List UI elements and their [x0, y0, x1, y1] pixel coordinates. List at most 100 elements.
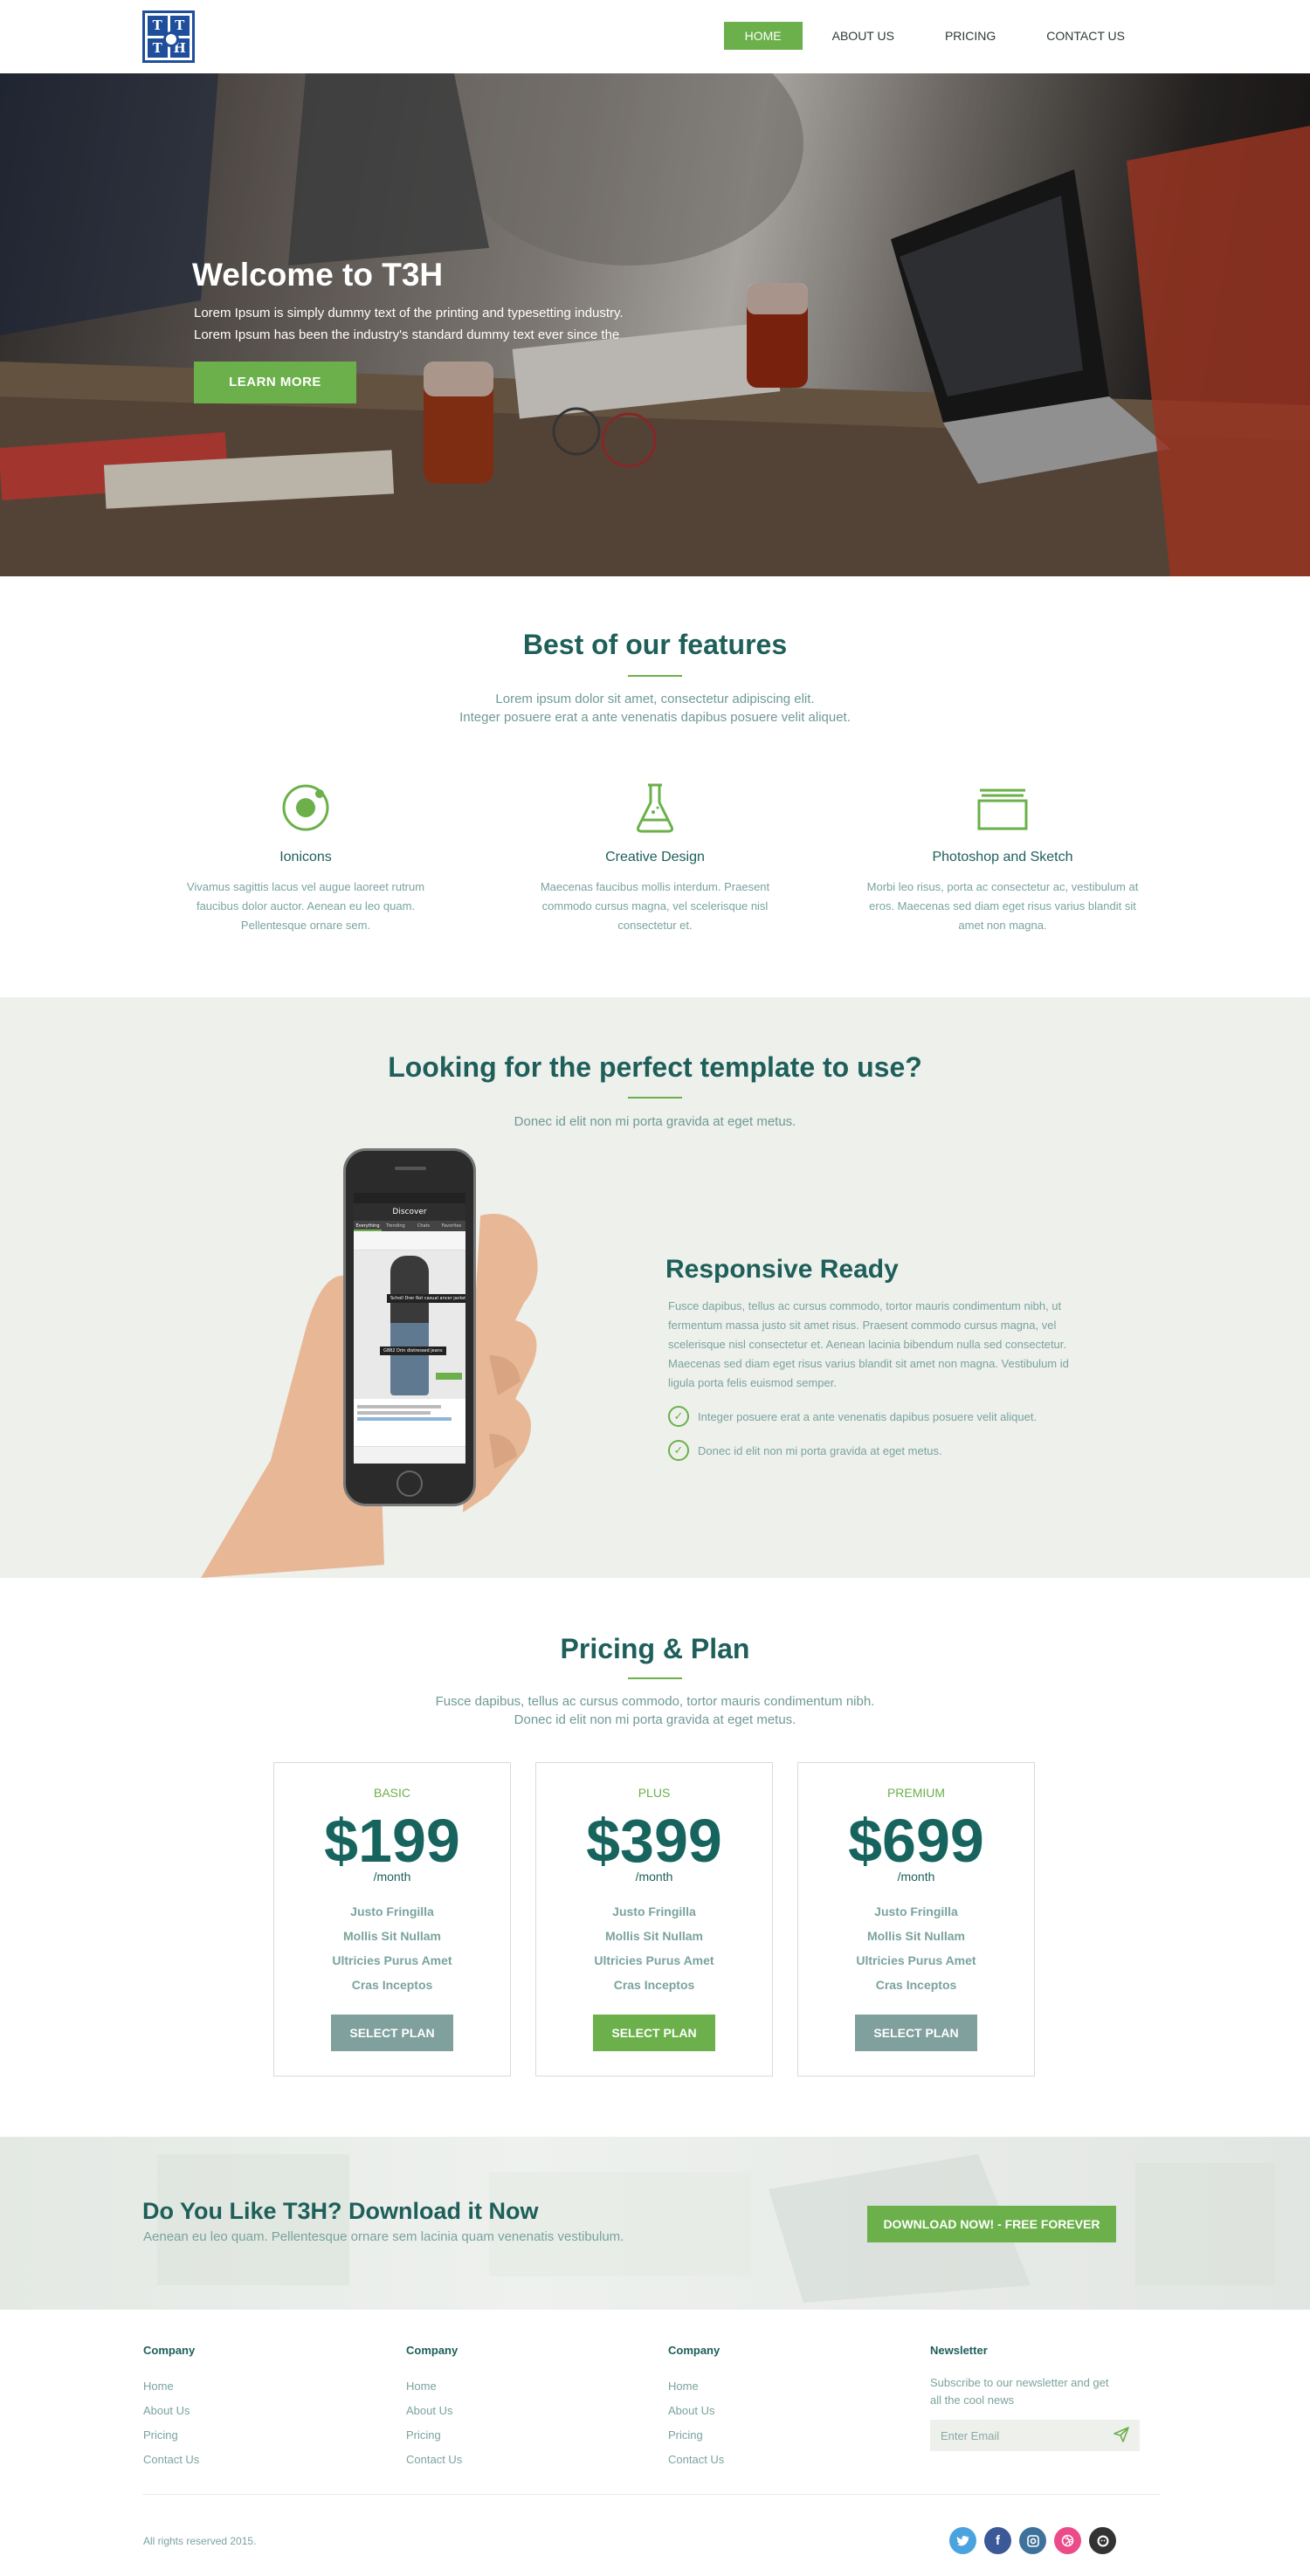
- ionicons-icon: [279, 782, 332, 834]
- phone-caption: Scholl Drer Rot casual ancer jacket: [387, 1294, 465, 1303]
- plan-feature: Ultricies Purus Amet: [856, 1953, 976, 1967]
- footer-column: Company Home About Us Pricing Contact Us: [143, 2344, 199, 2472]
- plan-card-premium: PREMIUM $699 /month Justo Fringilla Moll…: [797, 1762, 1035, 2077]
- footer-column-title: Company: [406, 2344, 458, 2357]
- plan-name: PREMIUM: [886, 1786, 946, 1800]
- template-title: Looking for the perfect template to use?: [388, 1051, 922, 1083]
- email-placeholder: Enter Email: [941, 2428, 1000, 2442]
- template-subtitle: Donec id elit non mi porta gravida at eg…: [514, 1114, 796, 1129]
- hero-text-line: Lorem Ipsum has been the industry's stan…: [194, 327, 620, 342]
- phone-speaker: [395, 1167, 426, 1170]
- template-divider: [628, 1097, 682, 1099]
- footer-link-contact-us[interactable]: Contact Us: [668, 2448, 724, 2472]
- footer-link-pricing[interactable]: Pricing: [668, 2423, 724, 2448]
- logo[interactable]: T T T H: [142, 10, 195, 63]
- plan-feature: Mollis Sit Nullam: [866, 1929, 965, 1943]
- phone-model-figure: [390, 1256, 429, 1395]
- phone-tab: Chats: [417, 1223, 431, 1229]
- feature-text: Vivamus sagittis lacus vel augue laoreet…: [186, 880, 425, 932]
- plan-feature: Justo Fringilla: [874, 1904, 958, 1918]
- phone-tab: Trending: [386, 1223, 405, 1229]
- check-text: Integer posuere erat a ante venenatis da…: [698, 1409, 1038, 1423]
- plan-features: Justo Fringilla Mollis Sit Nullam Ultric…: [798, 1899, 1034, 1997]
- nav-about-us[interactable]: ABOUT US: [811, 22, 915, 50]
- footer-link-pricing[interactable]: Pricing: [143, 2423, 199, 2448]
- footer-link-home[interactable]: Home: [406, 2374, 462, 2399]
- feature-title: Photoshop and Sketch: [932, 850, 1073, 864]
- features-subtitle-line: Lorem ipsum dolor sit amet, consectetur …: [495, 692, 815, 706]
- phone-buy-tag: [436, 1373, 462, 1380]
- flask-icon: [629, 782, 681, 834]
- email-field[interactable]: Enter Email: [930, 2420, 1140, 2451]
- twitter-icon[interactable]: [949, 2527, 976, 2554]
- check-icon: ✓: [668, 1440, 689, 1461]
- pricing-divider: [628, 1677, 682, 1679]
- phone-body: Discover Everything Trending Chats Favor…: [343, 1148, 476, 1506]
- copyright: All rights reserved 2015.: [143, 2535, 257, 2547]
- template-section: Looking for the perfect template to use?…: [0, 997, 1310, 1578]
- send-icon[interactable]: [1114, 2426, 1129, 2445]
- newsletter-title: Newsletter: [930, 2344, 988, 2357]
- check-text: Donec id elit non mi porta gravida at eg…: [698, 1443, 942, 1457]
- select-plan-button[interactable]: SELECT PLAN: [593, 2015, 715, 2051]
- footer-column-title: Company: [143, 2344, 196, 2357]
- footer-link-pricing[interactable]: Pricing: [406, 2423, 462, 2448]
- phone-home-button: [396, 1471, 423, 1497]
- responsive-title: Responsive Ready: [665, 1255, 899, 1284]
- learn-more-button[interactable]: LEARN MORE: [194, 362, 356, 403]
- footer-link-about-us[interactable]: About Us: [143, 2399, 199, 2423]
- download-now-button[interactable]: DOWNLOAD NOW! - FREE FOREVER: [867, 2206, 1116, 2242]
- footer-column: Company Home About Us Pricing Contact Us: [668, 2344, 724, 2472]
- feature-card: Creative Design Maecenas faucibus mollis…: [515, 782, 795, 935]
- phone-tab-bar: [354, 1446, 465, 1464]
- footer-divider: [142, 2494, 1160, 2495]
- phone-screen-title: Discover: [354, 1203, 465, 1221]
- newsletter: Newsletter Subscribe to our newsletter a…: [930, 2344, 1140, 2451]
- nav-home[interactable]: HOME: [723, 22, 803, 50]
- feature-card: Photoshop and Sketch Morbi leo risus, po…: [863, 782, 1142, 935]
- select-plan-button[interactable]: SELECT PLAN: [331, 2015, 453, 2051]
- features-title: Best of our features: [522, 629, 788, 660]
- footer-link-home[interactable]: Home: [668, 2374, 724, 2399]
- page: T T T H HOME ABOUT US PRICING CONTACT US: [0, 0, 1310, 2576]
- folder-icon: [976, 782, 1029, 834]
- phone-list-lines: [354, 1399, 465, 1427]
- main-nav: HOME ABOUT US PRICING CONTACT US: [723, 22, 1146, 50]
- plan-feature: Mollis Sit Nullam: [604, 1929, 703, 1943]
- feature-title: Creative Design: [605, 850, 705, 864]
- plan-feature: Cras Inceptos: [351, 1978, 433, 1992]
- plan-name: BASIC: [373, 1786, 410, 1800]
- phone-caption: G882 Drin distressed jeans: [380, 1347, 446, 1355]
- hero-section: Welcome to T3H Lorem Ipsum is simply dum…: [0, 73, 1310, 576]
- footer-link-contact-us[interactable]: Contact Us: [143, 2448, 199, 2472]
- nav-pricing[interactable]: PRICING: [924, 22, 1017, 50]
- facebook-icon[interactable]: f: [984, 2527, 1011, 2554]
- select-plan-button[interactable]: SELECT PLAN: [855, 2015, 977, 2051]
- feature-title: Ionicons: [279, 850, 332, 864]
- github-icon[interactable]: [1089, 2527, 1116, 2554]
- phone-tab: Favorites: [441, 1223, 462, 1229]
- hero-text: Lorem Ipsum is simply dummy text of the …: [194, 302, 683, 346]
- phone-tabs: Everything Trending Chats Favorites: [354, 1221, 465, 1231]
- footer-link-home[interactable]: Home: [143, 2374, 199, 2399]
- pricing-title: Pricing & Plan: [560, 1633, 750, 1664]
- footer-link-about-us[interactable]: About Us: [406, 2399, 462, 2423]
- logo-ring: [163, 31, 179, 47]
- pricing-subtitle-line: Fusce dapibus, tellus ac cursus commodo,…: [435, 1694, 875, 1709]
- feature-card: Ionicons Vivamus sagittis lacus vel augu…: [166, 782, 445, 935]
- download-title: Do You Like T3H? Download it Now: [142, 2198, 539, 2224]
- phone-list-line: [357, 1417, 452, 1421]
- hero-text-line: Lorem Ipsum is simply dummy text of the …: [194, 306, 624, 320]
- plan-feature: Justo Fringilla: [350, 1904, 434, 1918]
- phone-status-bar: [354, 1193, 465, 1203]
- footer-link-about-us[interactable]: About Us: [668, 2399, 724, 2423]
- dribbble-icon[interactable]: [1054, 2527, 1081, 2554]
- instagram-icon[interactable]: [1019, 2527, 1046, 2554]
- plan-price: $699: [848, 1807, 984, 1875]
- download-section: Do You Like T3H? Download it Now Aenean …: [0, 2137, 1310, 2310]
- footer-link-contact-us[interactable]: Contact Us: [406, 2448, 462, 2472]
- plan-feature: Ultricies Purus Amet: [594, 1953, 714, 1967]
- phone-list-line: [357, 1411, 431, 1415]
- plan-period: /month: [897, 1870, 935, 1884]
- nav-contact-us[interactable]: CONTACT US: [1025, 22, 1146, 50]
